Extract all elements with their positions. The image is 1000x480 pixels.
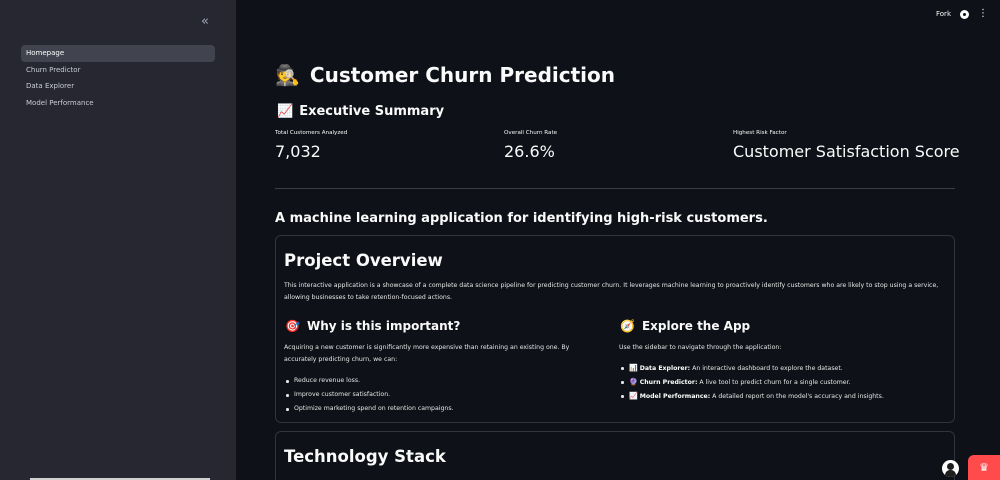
metric-label: Highest Risk Factor bbox=[733, 130, 787, 136]
metric-churn-rate: Overall Churn Rate 26.6% bbox=[504, 130, 557, 161]
avatar[interactable] bbox=[942, 460, 959, 477]
github-icon[interactable] bbox=[960, 9, 969, 19]
divider bbox=[275, 188, 955, 189]
sidebar-item-homepage[interactable]: Homepage bbox=[21, 45, 215, 62]
why-paragraph: Acquiring a new customer is significantl… bbox=[284, 344, 570, 363]
why-bullet-list: Reduce revenue loss. Improve customer sa… bbox=[284, 374, 454, 416]
list-item: Optimize marketing spend on retention ca… bbox=[284, 402, 454, 416]
fork-button[interactable]: Fork bbox=[936, 10, 951, 18]
crown-icon[interactable]: ♛ bbox=[968, 455, 1000, 480]
detective-icon: 🕵️ bbox=[275, 63, 300, 87]
project-overview-card: Project Overview This interactive applic… bbox=[275, 235, 955, 423]
toolbar: Fork ⋮ bbox=[936, 9, 988, 19]
project-overview-heading: Project Overview bbox=[284, 251, 443, 270]
page-title-text: Customer Churn Prediction bbox=[309, 63, 615, 87]
sidebar-item-model-performance[interactable]: Model Performance bbox=[21, 95, 215, 112]
crystal-ball-icon: 🔮 bbox=[629, 378, 638, 386]
explore-paragraph: Use the sidebar to navigate through the … bbox=[619, 344, 782, 351]
page-title: 🕵️ Customer Churn Prediction bbox=[275, 63, 615, 87]
list-item: Improve customer satisfaction. bbox=[284, 388, 454, 402]
technology-stack-heading: Technology Stack bbox=[284, 447, 446, 466]
item-title: Churn Predictor: bbox=[639, 379, 698, 386]
chart-increasing-icon: 📈 bbox=[277, 104, 294, 119]
sidebar: « Homepage Churn Predictor Data Explorer… bbox=[0, 0, 236, 480]
explore-list: 📊 Data Explorer: An interactive dashboard… bbox=[619, 361, 884, 403]
item-text: A live tool to predict churn for a singl… bbox=[697, 379, 851, 386]
explore-app-heading: 🧭 Explore the App bbox=[620, 319, 750, 333]
compass-icon: 🧭 bbox=[620, 319, 635, 333]
metric-value: 26.6% bbox=[504, 142, 555, 161]
list-item: 🔮 Churn Predictor: A live tool to predict… bbox=[619, 375, 884, 389]
explore-app-text: Explore the App bbox=[641, 319, 751, 333]
metric-label: Total Customers Analyzed bbox=[275, 130, 348, 136]
technology-stack-card: Technology Stack bbox=[275, 431, 955, 480]
item-text: An interactive dashboard to explore the … bbox=[690, 365, 843, 372]
item-title: Model Performance: bbox=[639, 393, 711, 400]
item-title: Data Explorer: bbox=[639, 365, 691, 372]
bar-chart-icon: 📊 bbox=[629, 364, 638, 372]
metric-total-customers: Total Customers Analyzed 7,032 bbox=[275, 130, 347, 161]
metric-value: 7,032 bbox=[275, 142, 321, 161]
collapse-sidebar-icon[interactable]: « bbox=[201, 14, 209, 30]
sidebar-nav: Homepage Churn Predictor Data Explorer M… bbox=[21, 45, 215, 111]
target-icon: 🎯 bbox=[285, 319, 300, 333]
executive-summary-heading: 📈 Executive Summary bbox=[277, 104, 444, 119]
sidebar-item-data-explorer[interactable]: Data Explorer bbox=[21, 78, 215, 95]
why-important-heading: 🎯 Why is this important? bbox=[285, 319, 460, 333]
metric-value: Customer Satisfaction Score bbox=[733, 142, 960, 161]
item-text: A detailed report on the model's accurac… bbox=[710, 393, 884, 400]
chart-increasing-icon: 📈 bbox=[629, 392, 638, 400]
list-item: 📊 Data Explorer: An interactive dashboard… bbox=[619, 361, 884, 375]
overview-paragraph: This interactive application is a showca… bbox=[284, 282, 939, 301]
list-item: 📈 Model Performance: A detailed report on… bbox=[619, 389, 884, 403]
sidebar-item-churn-predictor[interactable]: Churn Predictor bbox=[21, 62, 215, 79]
list-item: Reduce revenue loss. bbox=[284, 374, 454, 388]
kebab-menu-icon[interactable]: ⋮ bbox=[978, 9, 988, 19]
executive-summary-text: Executive Summary bbox=[299, 104, 445, 119]
why-important-text: Why is this important? bbox=[306, 319, 461, 333]
metric-label: Overall Churn Rate bbox=[504, 130, 558, 136]
app-subtitle: A machine learning application for ident… bbox=[275, 211, 768, 226]
metric-risk-factor: Highest Risk Factor Customer Satisfactio… bbox=[733, 130, 960, 161]
